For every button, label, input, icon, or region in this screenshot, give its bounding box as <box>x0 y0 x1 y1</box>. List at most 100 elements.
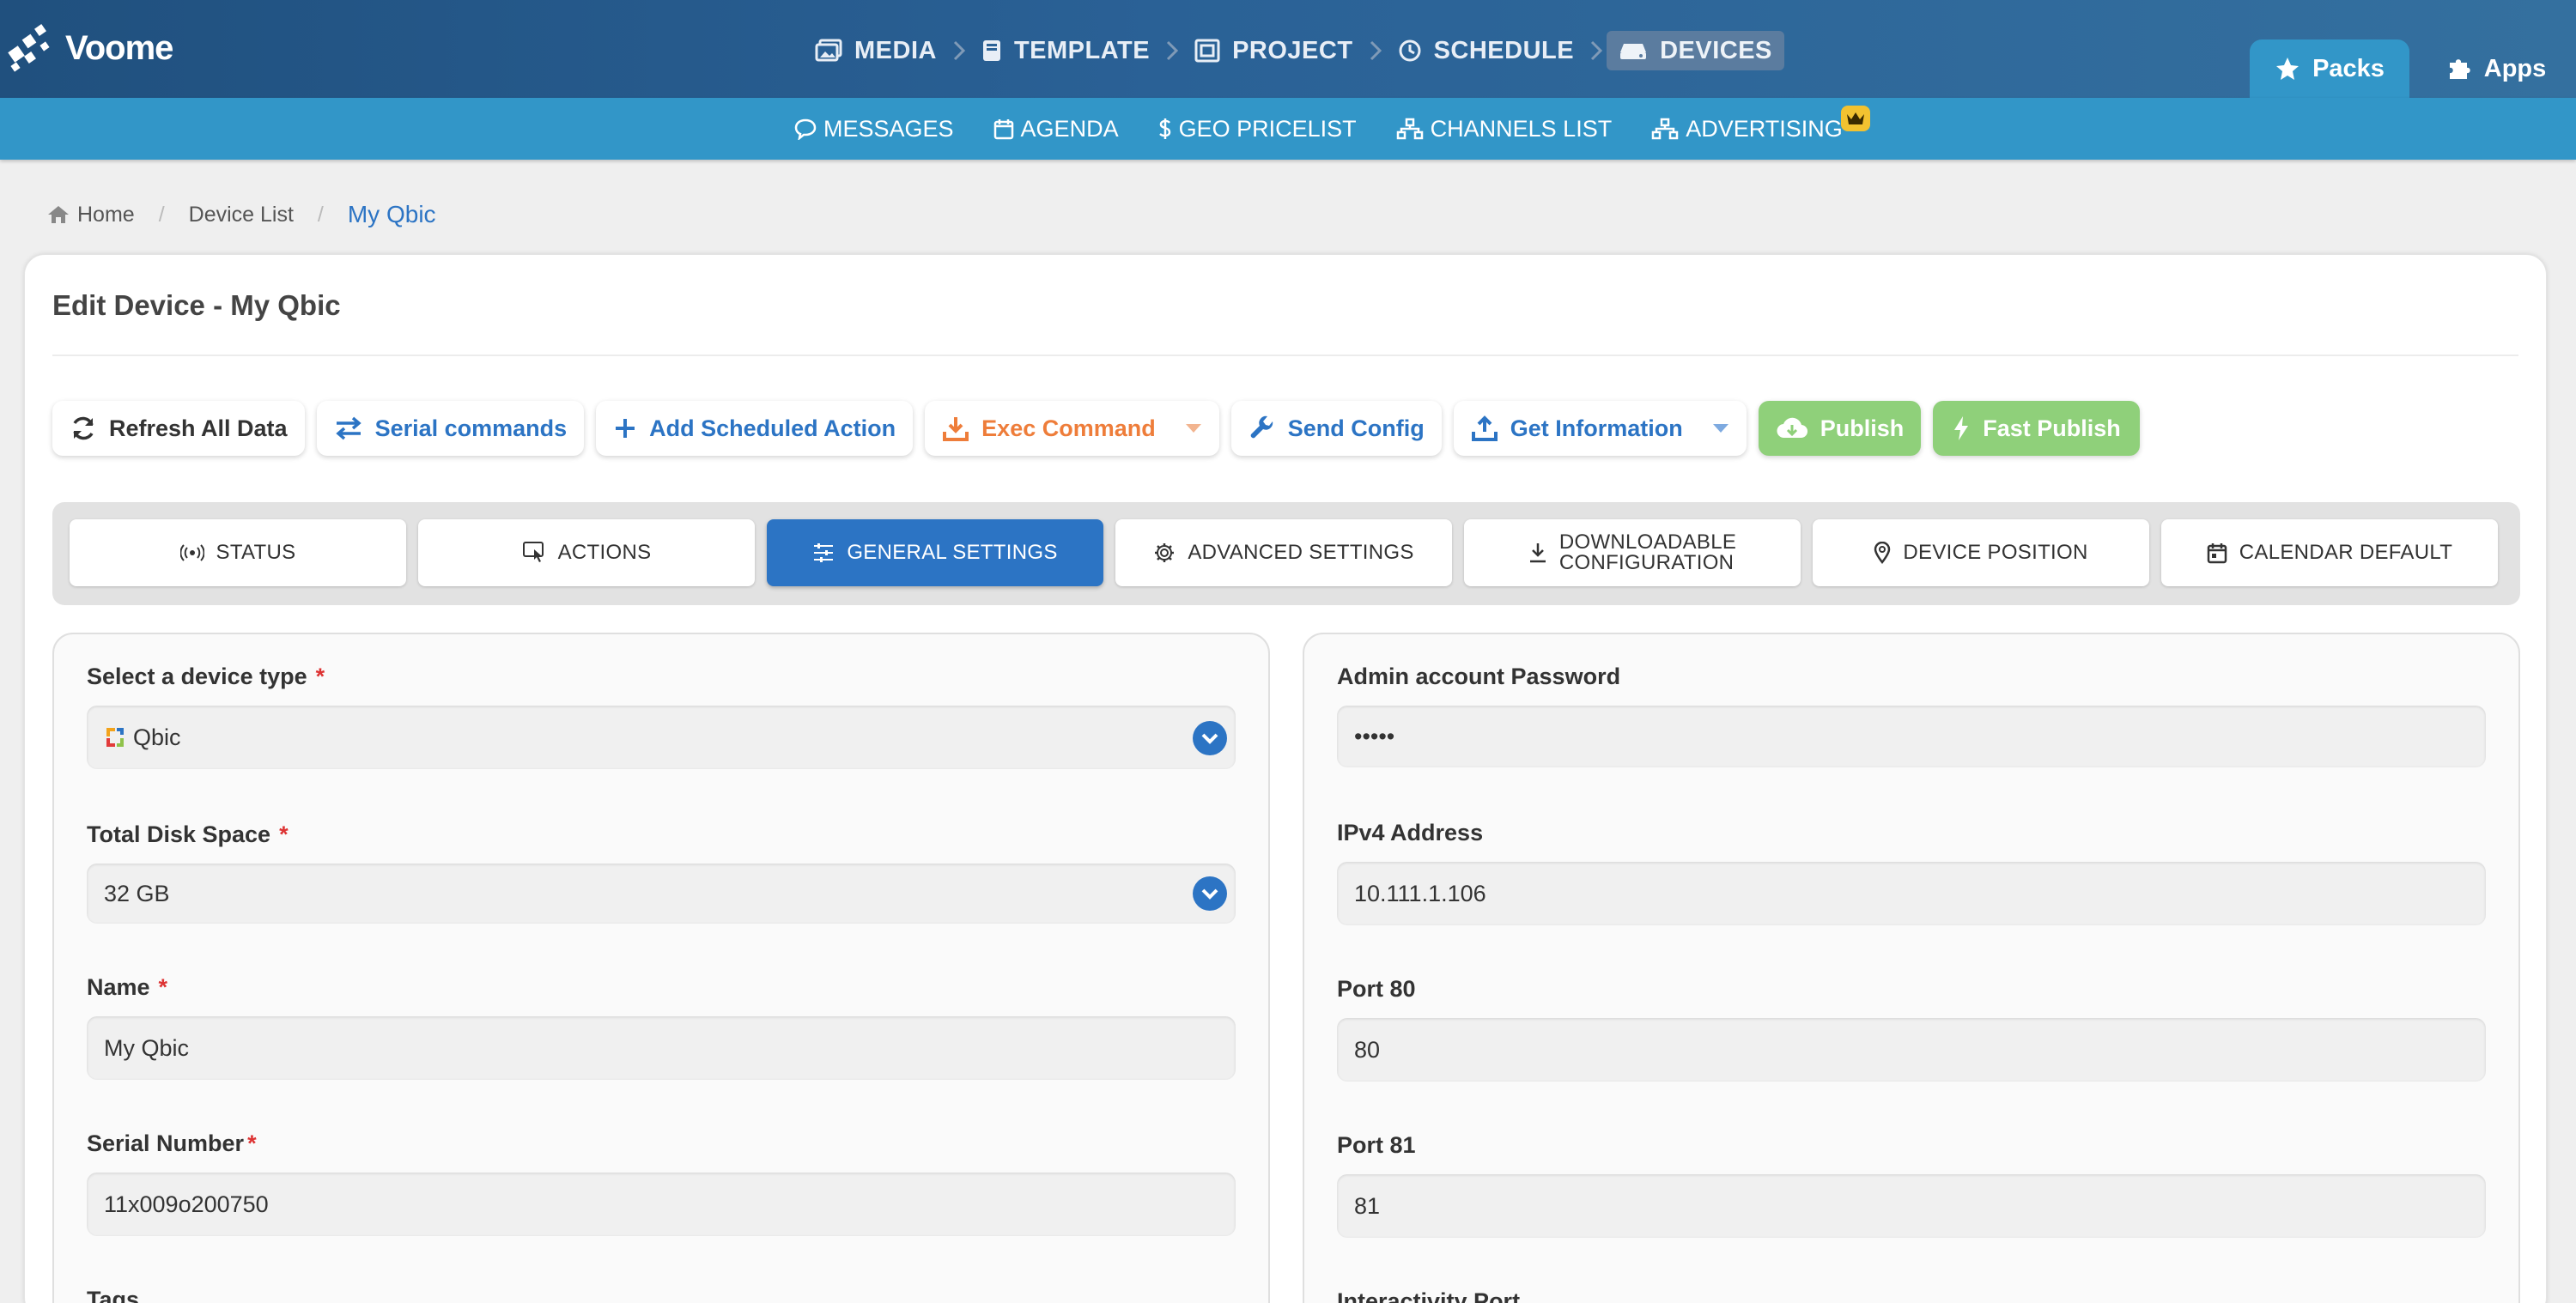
pipeline-devices[interactable]: DEVICES <box>1607 31 1784 70</box>
serial-commands-label: Serial commands <box>374 415 568 441</box>
serial-number-input[interactable]: 11x009o200750 <box>87 1173 1236 1236</box>
publish-button[interactable]: Publish <box>1758 401 1922 456</box>
device-type-label: Select a device type * <box>87 664 1236 690</box>
calendar-icon <box>993 119 1013 140</box>
tab-calendar-default[interactable]: CALENDAR DEFAULT <box>2161 519 2498 586</box>
pipeline-schedule-label: SCHEDULE <box>1433 36 1575 64</box>
tab-packs[interactable]: Packs <box>2250 39 2409 98</box>
tab-downloadable-line-2: CONFIGURATION <box>1558 551 1735 574</box>
pipeline-media[interactable]: MEDIA <box>803 31 949 70</box>
subnav-channels-list-label: CHANNELS LIST <box>1430 115 1613 142</box>
name-field: Name * My Qbic <box>87 974 1236 1080</box>
tab-advanced-settings-label: ADVANCED SETTINGS <box>1188 541 1414 564</box>
caret-down-icon[interactable] <box>1712 423 1729 433</box>
qbic-logo-icon <box>106 728 124 747</box>
tab-advanced-settings[interactable]: ADVANCED SETTINGS <box>1115 519 1452 586</box>
pipeline-project-label: PROJECT <box>1232 36 1353 64</box>
tab-actions[interactable]: ACTIONS <box>418 519 755 586</box>
wrench-icon <box>1250 415 1273 439</box>
general-settings-left-panel: Select a device type * Qbic Total Disk Sp… <box>52 633 1270 1303</box>
port-81-input[interactable]: 81 <box>1337 1174 2486 1238</box>
pipeline-nav: MEDIA TEMPLATE PROJECT SCHEDULE DEVICES <box>803 31 1784 70</box>
ipv4-input[interactable]: 10.111.1.106 <box>1337 862 2486 925</box>
send-config-label: Send Config <box>1287 415 1425 441</box>
admin-password-input[interactable]: ••••• <box>1337 706 2486 767</box>
chevron-down-icon[interactable] <box>1193 721 1227 755</box>
admin-password-label: Admin account Password <box>1337 664 1621 689</box>
subnav-agenda[interactable]: AGENDA <box>993 116 1119 142</box>
action-toolbar: Refresh All Data Serial commands Add Sch… <box>52 401 2140 456</box>
chat-icon <box>794 118 817 140</box>
chevron-down-icon[interactable] <box>1193 876 1227 911</box>
pipeline-project[interactable]: PROJECT <box>1182 31 1364 70</box>
get-information-label: Get Information <box>1510 415 1683 441</box>
tab-status-label: STATUS <box>216 541 296 564</box>
get-information-button[interactable]: Get Information <box>1453 401 1747 456</box>
chevron-right-icon <box>1589 39 1603 62</box>
subnav-advertising[interactable]: ADVERTISING <box>1651 105 1870 142</box>
upload-icon <box>1471 415 1498 441</box>
tab-calendar-default-label: CALENDAR DEFAULT <box>2239 541 2453 564</box>
breadcrumb-home[interactable]: Home <box>46 203 135 227</box>
disk-space-select[interactable]: 32 GB <box>87 864 1236 924</box>
exec-command-label: Exec Command <box>981 415 1156 441</box>
name-input[interactable]: My Qbic <box>87 1016 1236 1080</box>
breadcrumb-device-list[interactable]: Device List <box>189 203 294 227</box>
exec-command-button[interactable]: Exec Command <box>925 401 1219 456</box>
sliders-icon <box>814 543 834 562</box>
broadcast-icon <box>179 544 204 561</box>
gear-icon <box>1155 543 1175 562</box>
logo-text: Voome <box>65 28 173 67</box>
device-type-select[interactable]: Qbic <box>87 706 1236 769</box>
disk-space-value: 32 GB <box>104 880 170 906</box>
pipeline-media-label: MEDIA <box>854 36 937 64</box>
serial-commands-button[interactable]: Serial commands <box>316 401 585 456</box>
fast-publish-button[interactable]: Fast Publish <box>1933 401 2140 456</box>
tab-device-position[interactable]: DEVICE POSITION <box>1813 519 2149 586</box>
port-80-field: Port 80 80 <box>1337 976 2486 1082</box>
tab-general-settings-label: GENERAL SETTINGS <box>847 541 1058 564</box>
pipeline-devices-label: DEVICES <box>1660 36 1772 64</box>
subnav-messages-label: MESSAGES <box>823 115 954 142</box>
device-type-value: Qbic <box>133 724 181 750</box>
send-config-button[interactable]: Send Config <box>1230 401 1442 456</box>
monitor-touch-icon <box>522 542 544 562</box>
download-icon <box>943 417 969 441</box>
download-icon <box>1529 543 1546 563</box>
tab-apps[interactable]: Apps <box>2416 39 2576 98</box>
caret-down-icon[interactable] <box>1185 423 1202 433</box>
tab-packs-label: Packs <box>2312 54 2385 82</box>
ipv4-label: IPv4 Address <box>1337 820 1484 845</box>
pipeline-template-label: TEMPLATE <box>1013 36 1151 64</box>
disk-space-label-text: Total Disk Space <box>87 821 271 847</box>
refresh-icon <box>73 416 94 440</box>
tab-downloadable-configuration-label: DOWNLOADABLE CONFIGURATION <box>1559 532 1736 573</box>
crown-icon <box>1840 105 1870 131</box>
add-scheduled-action-label: Add Scheduled Action <box>649 415 896 441</box>
serial-number-field: Serial Number * 11x009o200750 <box>87 1130 1236 1236</box>
sitemap-icon <box>1651 118 1679 140</box>
cloud-download-icon <box>1777 417 1807 439</box>
breadcrumb-current: My Qbic <box>347 201 436 227</box>
pipeline-schedule[interactable]: SCHEDULE <box>1386 31 1587 70</box>
app-logo[interactable]: Voome <box>7 22 173 74</box>
add-scheduled-action-button[interactable]: Add Scheduled Action <box>596 401 914 456</box>
disk-space-field: Total Disk Space * 32 GB <box>87 821 1236 924</box>
subnav-channels-list[interactable]: CHANNELS LIST <box>1396 115 1613 142</box>
puzzle-icon <box>2449 59 2470 79</box>
tab-general-settings[interactable]: GENERAL SETTINGS <box>767 519 1103 586</box>
disk-space-label: Total Disk Space * <box>87 821 1236 848</box>
edit-device-card: Edit Device - My Qbic Refresh All Data S… <box>24 254 2547 1303</box>
port-80-input[interactable]: 80 <box>1337 1018 2486 1082</box>
plus-icon <box>616 419 635 438</box>
interactivity-port-field: Interactivity Port <box>1337 1288 2486 1303</box>
subnav-geo-pricelist[interactable]: GEO PRICELIST <box>1158 116 1357 142</box>
required-mark: * <box>315 664 325 689</box>
tab-downloadable-configuration[interactable]: DOWNLOADABLE CONFIGURATION <box>1464 519 1801 586</box>
chevron-right-icon <box>1369 39 1382 62</box>
subnav-messages[interactable]: MESSAGES <box>794 116 954 142</box>
pipeline-template[interactable]: TEMPLATE <box>969 31 1162 70</box>
refresh-all-data-button[interactable]: Refresh All Data <box>52 401 305 456</box>
tab-status[interactable]: STATUS <box>70 519 406 586</box>
star-icon <box>2276 58 2300 80</box>
